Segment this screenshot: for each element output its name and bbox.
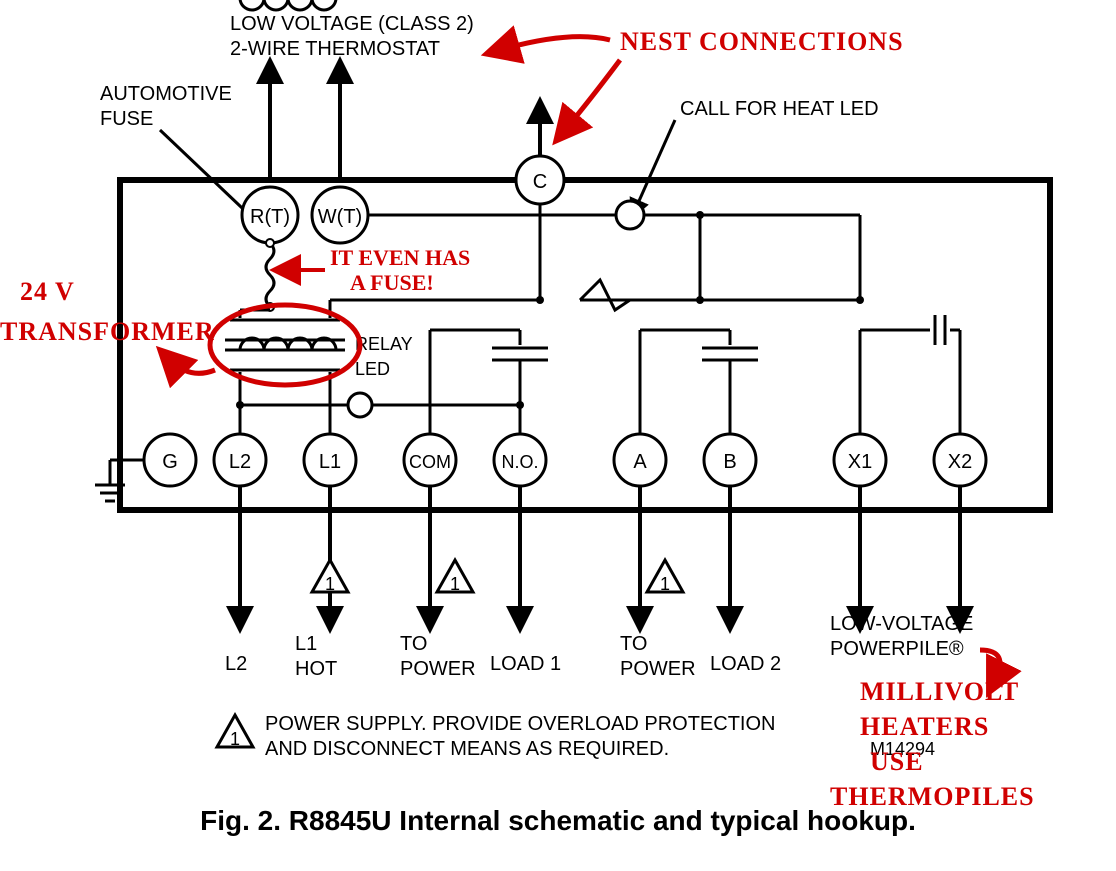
autofuse-label-1: AUTOMOTIVE (100, 83, 232, 105)
terminal-a: A (614, 434, 666, 486)
annotation-mv-2: HEATERS (860, 712, 989, 741)
relay-led-icon (348, 393, 372, 417)
svg-text:1: 1 (660, 574, 670, 594)
terminal-x2: X2 (934, 434, 986, 486)
svg-text:N.O.: N.O. (501, 452, 538, 472)
svg-text:C: C (533, 171, 547, 193)
l1-label-1: L1 (295, 633, 317, 655)
svg-text:B: B (723, 451, 736, 473)
annotation-xfmr-1: 24 V (20, 277, 75, 306)
annotation-fuse-2: A FUSE! (350, 270, 434, 295)
autofuse-label-2: FUSE (100, 108, 153, 130)
svg-text:A: A (633, 451, 647, 473)
svg-text:X1: X1 (848, 451, 872, 473)
terminal-rt: R(T) (242, 187, 298, 243)
annotation-mv-3: USE (870, 747, 924, 776)
annotation-xfmr-2: TRANSFORMER (0, 317, 215, 346)
terminal-x1: X1 (834, 434, 886, 486)
svg-text:W(T): W(T) (318, 206, 362, 228)
led-label: LED (355, 359, 390, 379)
schematic-diagram: LOW VOLTAGE (CLASS 2) 2-WIRE THERMOSTAT … (0, 0, 1116, 871)
terminal-l1: L1 (304, 434, 356, 486)
annotation-mv-4: THERMOPILES (830, 782, 1035, 811)
load1-label: LOAD 1 (490, 653, 561, 675)
terminal-l2: L2 (214, 434, 266, 486)
note-triangle-2: 1 (437, 560, 473, 594)
svg-text:G: G (162, 451, 178, 473)
heat-led-icon (616, 201, 644, 229)
terminal-com: COM (404, 434, 456, 486)
topower-label-1: TO (400, 633, 427, 655)
topower2-label-2: POWER (620, 658, 696, 680)
footnote-text-2: AND DISCONNECT MEANS AS REQUIRED. (265, 738, 669, 760)
svg-text:L2: L2 (229, 451, 251, 473)
note-triangle-3: 1 (647, 560, 683, 594)
l2-label: L2 (225, 653, 247, 675)
note-triangle-1: 1 (312, 560, 348, 594)
figure-caption: Fig. 2. R8845U Internal schematic and ty… (200, 805, 916, 836)
load2-label: LOAD 2 (710, 653, 781, 675)
terminal-b: B (704, 434, 756, 486)
svg-text:L1: L1 (319, 451, 341, 473)
svg-text:1: 1 (325, 574, 335, 594)
l1-label-2: HOT (295, 658, 337, 680)
topower-label-2: POWER (400, 658, 476, 680)
terminal-g: G (144, 434, 196, 486)
annotation-xfmr-circle (210, 305, 360, 385)
terminal-wt: W(T) (312, 187, 368, 243)
annotation-nest: NEST CONNECTIONS (620, 27, 904, 56)
lvpp-label-2: POWERPILE® (830, 638, 964, 660)
terminal-c: C (516, 156, 564, 204)
annotation-mv-1: MILLIVOLT (860, 677, 1019, 706)
svg-text:COM: COM (409, 452, 451, 472)
svg-text:R(T): R(T) (250, 206, 290, 228)
svg-text:1: 1 (450, 574, 460, 594)
svg-text:X2: X2 (948, 451, 972, 473)
terminal-no: N.O. (494, 434, 546, 486)
call-heat-label: CALL FOR HEAT LED (680, 98, 879, 120)
footnote-triangle: 1 (217, 715, 253, 749)
svg-text:1: 1 (230, 729, 240, 749)
footnote-text-1: POWER SUPPLY. PROVIDE OVERLOAD PROTECTIO… (265, 713, 775, 735)
thermostat-label-1: LOW VOLTAGE (CLASS 2) (230, 13, 474, 35)
thermostat-label-2: 2-WIRE THERMOSTAT (230, 38, 440, 60)
lvpp-label-1: LOW-VOLTAGE (830, 613, 973, 635)
annotation-fuse-1: IT EVEN HAS (330, 245, 470, 270)
relay-label: RELAY (355, 334, 413, 354)
topower2-label-1: TO (620, 633, 647, 655)
